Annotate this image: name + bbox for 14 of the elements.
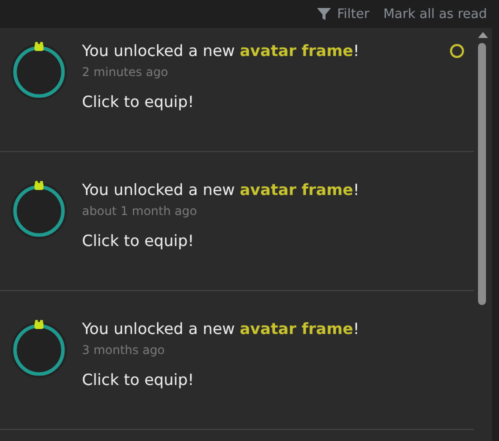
notification-title[interactable]: You unlocked a new avatar frame! bbox=[82, 181, 360, 199]
mark-all-read-button[interactable]: Mark all as read bbox=[383, 6, 487, 22]
scrollbar-thumb[interactable] bbox=[478, 43, 486, 305]
timestamp: 3 months ago bbox=[82, 343, 165, 357]
notification-message[interactable]: Click to equip! bbox=[82, 232, 194, 250]
notification-title[interactable]: You unlocked a new avatar frame! bbox=[82, 42, 360, 60]
notification-title[interactable]: You unlocked a new avatar frame! bbox=[82, 320, 360, 338]
notification-message[interactable]: Click to equip! bbox=[82, 93, 194, 111]
notification-message[interactable]: Click to equip! bbox=[82, 371, 194, 389]
timestamp: about 1 month ago bbox=[82, 204, 197, 218]
filter-icon bbox=[317, 7, 332, 21]
timestamp: 2 minutes ago bbox=[82, 65, 168, 79]
filter-button[interactable]: Filter bbox=[317, 6, 370, 22]
unread-indicator[interactable] bbox=[450, 44, 464, 58]
